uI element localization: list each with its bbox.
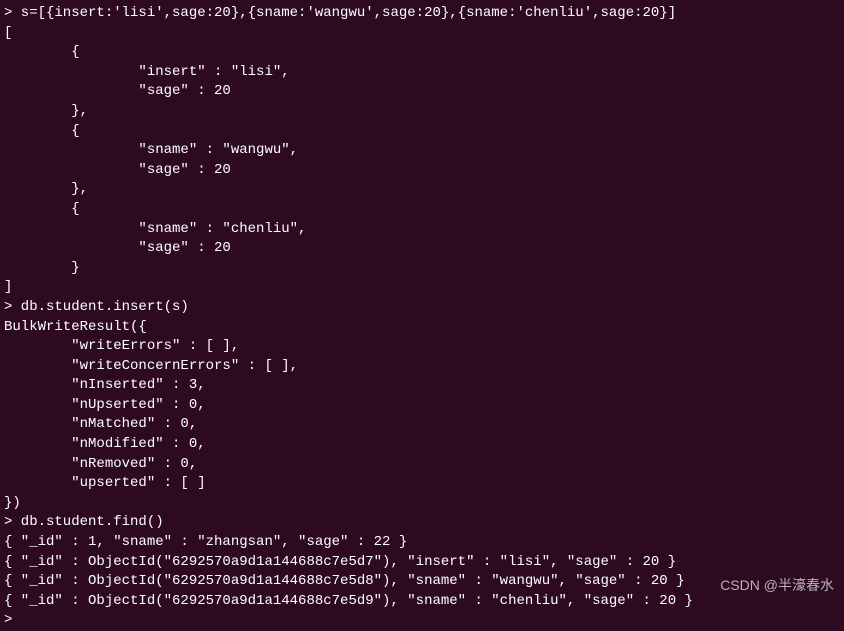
terminal-line: > db.student.insert(s) bbox=[4, 298, 840, 318]
terminal-line: "upserted" : [ ] bbox=[4, 474, 840, 494]
terminal-line: > s=[{insert:'lisi',sage:20},{sname:'wan… bbox=[4, 4, 840, 24]
terminal-line: > db.student.find() bbox=[4, 513, 840, 533]
terminal-line: "nModified" : 0, bbox=[4, 435, 840, 455]
terminal-line: } bbox=[4, 259, 840, 279]
terminal-line: "sage" : 20 bbox=[4, 161, 840, 181]
terminal-line: { "_id" : 1, "sname" : "zhangsan", "sage… bbox=[4, 533, 840, 553]
terminal-line: "insert" : "lisi", bbox=[4, 63, 840, 83]
terminal-line: BulkWriteResult({ bbox=[4, 318, 840, 338]
terminal-line: }, bbox=[4, 102, 840, 122]
terminal-line: { "_id" : ObjectId("6292570a9d1a144688c7… bbox=[4, 553, 840, 573]
terminal-line: "sname" : "chenliu", bbox=[4, 220, 840, 240]
terminal-line: "writeErrors" : [ ], bbox=[4, 337, 840, 357]
terminal-line: ] bbox=[4, 278, 840, 298]
terminal-line: }) bbox=[4, 494, 840, 514]
terminal-line: "writeConcernErrors" : [ ], bbox=[4, 357, 840, 377]
terminal-prompt-line[interactable]: > bbox=[4, 611, 840, 631]
terminal-line: "nUpserted" : 0, bbox=[4, 396, 840, 416]
terminal-line: { bbox=[4, 43, 840, 63]
terminal-line: "nMatched" : 0, bbox=[4, 415, 840, 435]
watermark-text: CSDN @半濠春水 bbox=[720, 576, 834, 596]
terminal-line: "nRemoved" : 0, bbox=[4, 455, 840, 475]
terminal-line: "sage" : 20 bbox=[4, 82, 840, 102]
terminal-line: "sname" : "wangwu", bbox=[4, 141, 840, 161]
terminal-line: "sage" : 20 bbox=[4, 239, 840, 259]
terminal-line: "nInserted" : 3, bbox=[4, 376, 840, 396]
terminal-line: { bbox=[4, 122, 840, 142]
terminal-output[interactable]: > s=[{insert:'lisi',sage:20},{sname:'wan… bbox=[4, 4, 840, 631]
terminal-line: { bbox=[4, 200, 840, 220]
terminal-line: { "_id" : ObjectId("6292570a9d1a144688c7… bbox=[4, 572, 840, 592]
terminal-line: }, bbox=[4, 180, 840, 200]
terminal-line: [ bbox=[4, 24, 840, 44]
